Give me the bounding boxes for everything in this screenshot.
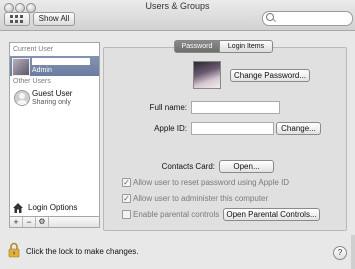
- add-user-button[interactable]: +: [10, 217, 23, 227]
- open-parental-controls-button[interactable]: Open Parental Controls...: [223, 208, 320, 221]
- window-edge: [351, 235, 355, 269]
- window-title: Users & Groups: [145, 1, 210, 11]
- home-icon: [13, 203, 23, 213]
- allow-reset-password-checkbox[interactable]: ✓: [122, 178, 131, 187]
- contacts-card-label: Contacts Card:: [161, 162, 215, 171]
- full-name-field[interactable]: [191, 101, 280, 114]
- allow-admin-label: Allow user to administer this computer: [133, 194, 269, 203]
- guest-user-row[interactable]: Guest User Sharing only: [10, 87, 99, 109]
- show-all-grid-button[interactable]: [4, 12, 30, 26]
- current-user-header: Current User: [13, 46, 54, 53]
- user-avatar: [12, 58, 30, 76]
- sidebar-toolbar: + − ⚙: [9, 216, 100, 228]
- tab-password[interactable]: Password: [174, 40, 220, 53]
- lock-message: Click the lock to make changes.: [26, 247, 139, 256]
- change-apple-id-button[interactable]: Change...: [276, 122, 321, 135]
- current-user-row[interactable]: Admin: [10, 56, 99, 76]
- show-all-button[interactable]: Show All: [33, 12, 75, 26]
- parental-controls-checkbox[interactable]: [122, 210, 131, 219]
- lock-icon[interactable]: [8, 242, 20, 258]
- action-gear-button[interactable]: ⚙: [36, 217, 49, 227]
- search-icon: [266, 13, 274, 21]
- title-bar: Users & Groups Show All: [0, 0, 355, 31]
- allow-reset-password-label: Allow user to reset password using Apple…: [133, 178, 290, 187]
- other-users-header: Other Users: [13, 78, 51, 85]
- user-picture[interactable]: [193, 61, 221, 89]
- settings-panel: [103, 47, 347, 231]
- help-button[interactable]: ?: [333, 246, 347, 260]
- login-options-item[interactable]: Login Options: [9, 201, 98, 215]
- grid-icon: [10, 15, 13, 18]
- guest-user-name: Guest User: [32, 89, 73, 98]
- guest-avatar-icon: [14, 90, 30, 106]
- remove-user-button[interactable]: −: [23, 217, 36, 227]
- full-name-label: Full name:: [149, 103, 187, 112]
- search-box[interactable]: [262, 11, 353, 26]
- guest-user-status: Sharing only: [32, 99, 71, 106]
- allow-admin-checkbox[interactable]: ✓: [122, 194, 131, 203]
- users-list: Current User Admin Other Users Guest Use…: [9, 42, 100, 216]
- apple-id-field[interactable]: [191, 122, 274, 135]
- search-input[interactable]: [276, 13, 348, 23]
- open-contacts-card-button[interactable]: Open...: [219, 160, 274, 173]
- current-user-name: [32, 58, 90, 65]
- change-password-button[interactable]: Change Password...: [230, 69, 310, 82]
- tab-login-items[interactable]: Login Items: [219, 40, 273, 53]
- apple-id-label: Apple ID:: [154, 124, 187, 133]
- login-options-label: Login Options: [28, 203, 78, 212]
- current-user-role: Admin: [32, 67, 52, 74]
- parental-controls-label: Enable parental controls: [133, 210, 220, 219]
